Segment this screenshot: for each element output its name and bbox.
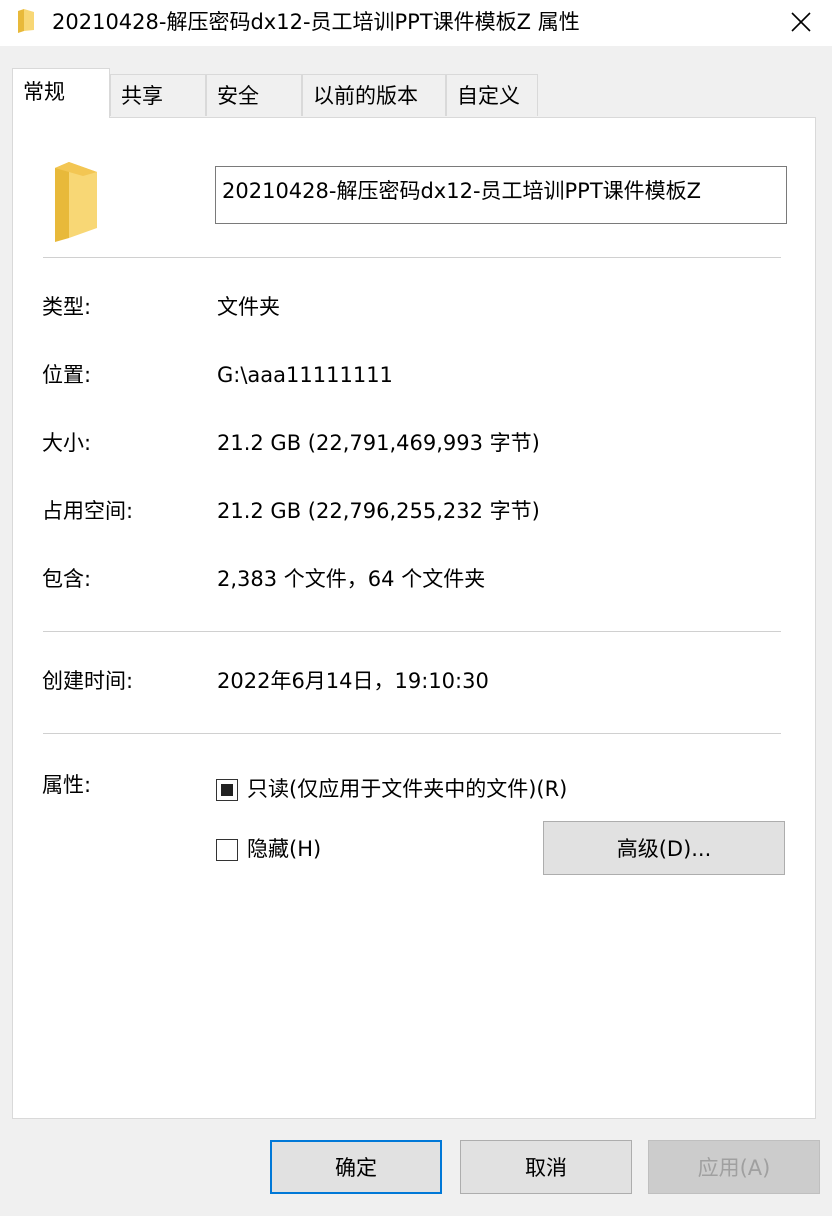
separator [43, 257, 781, 258]
readonly-checkbox[interactable] [216, 779, 238, 801]
general-tab-panel: 类型: 文件夹 位置: G:\aaa11111111 大小: 21.2 GB (… [12, 117, 816, 1119]
separator [43, 631, 781, 632]
size-label: 大小: [42, 431, 92, 455]
ok-button[interactable]: 确定 [270, 1140, 442, 1194]
size-value: 21.2 GB (22,791,469,993 字节) [217, 431, 540, 455]
tab-security[interactable]: 安全 [206, 74, 302, 116]
advanced-button[interactable]: 高级(D)... [543, 821, 785, 875]
close-button[interactable] [778, 2, 824, 42]
hidden-checkbox[interactable] [216, 839, 238, 861]
tab-sharing[interactable]: 共享 [110, 74, 206, 116]
folder-icon [18, 9, 34, 33]
type-label: 类型: [42, 295, 92, 319]
properties-window: 20210428-解压密码dx12-员工培训PPT课件模板Z 属性 常规 共享 … [0, 0, 832, 1216]
type-value: 文件夹 [217, 295, 280, 319]
readonly-label[interactable]: 只读(仅应用于文件夹中的文件)(R) [247, 774, 567, 804]
folder-large-icon [55, 162, 97, 242]
close-icon [791, 12, 811, 32]
contains-label: 包含: [42, 567, 92, 591]
cancel-button[interactable]: 取消 [460, 1140, 632, 1194]
location-value: G:\aaa11111111 [217, 363, 393, 387]
location-label: 位置: [42, 363, 92, 387]
window-title: 20210428-解压密码dx12-员工培训PPT课件模板Z 属性 [52, 10, 580, 34]
tab-previous-versions[interactable]: 以前的版本 [302, 74, 446, 116]
contains-value: 2,383 个文件，64 个文件夹 [217, 567, 486, 591]
created-label: 创建时间: [42, 669, 134, 693]
apply-button: 应用(A) [648, 1140, 820, 1194]
separator [43, 733, 781, 734]
created-value: 2022年6月14日，19:10:30 [217, 669, 489, 693]
size-on-disk-value: 21.2 GB (22,796,255,232 字节) [217, 499, 540, 523]
hidden-label[interactable]: 隐藏(H) [247, 834, 321, 864]
size-on-disk-label: 占用空间: [42, 499, 134, 523]
folder-name-input[interactable] [215, 166, 787, 224]
tab-customize[interactable]: 自定义 [446, 74, 538, 116]
tab-general[interactable]: 常规 [12, 68, 110, 118]
attributes-label: 属性: [42, 773, 92, 797]
title-bar[interactable]: 20210428-解压密码dx12-员工培训PPT课件模板Z 属性 [0, 0, 832, 46]
